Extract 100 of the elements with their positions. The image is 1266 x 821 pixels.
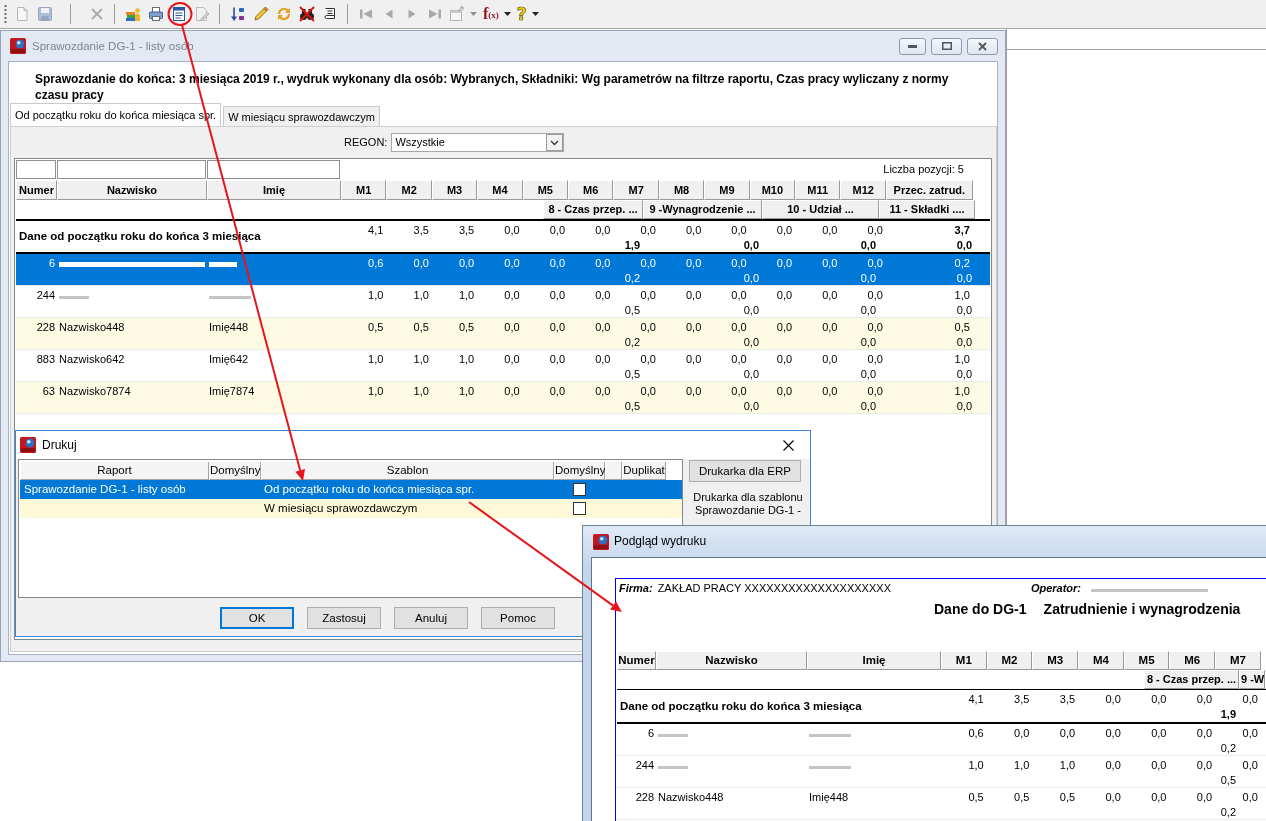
table-cell-text: 1,0 <box>1058 758 1077 773</box>
column-header[interactable]: M2 <box>986 651 1033 670</box>
filter-field[interactable] <box>16 160 56 179</box>
column-header[interactable]: Nazwisko <box>656 651 807 670</box>
table-cell-text: 0,5 <box>457 320 476 335</box>
column-header[interactable]: M4 <box>477 180 523 200</box>
column-header[interactable]: M1 <box>941 651 987 670</box>
column-header[interactable]: 8 - Czas przep. ... <box>543 200 643 219</box>
table-row[interactable]: 6 0,6 0,0 0,0 0,0 0,0 0,0 0,0 0,0 0,0 0,0 0,0 0,0 0,2 0,2 0,0 0,0 0,0 <box>16 254 990 286</box>
table-cell-text: 0,0 <box>955 335 973 350</box>
minimize-button[interactable] <box>899 37 926 55</box>
column-header[interactable]: M12 <box>840 180 886 200</box>
chevron-down-icon <box>546 134 564 151</box>
table-cell-text: 0,0 <box>730 288 748 303</box>
column-header[interactable]: 11 - Składki .... <box>879 200 975 219</box>
table-cell-text: 0,0 <box>1241 692 1259 707</box>
table-cell-text: 0,0 <box>859 335 877 350</box>
column-header[interactable]: M11 <box>795 180 841 200</box>
checkbox[interactable] <box>573 483 586 496</box>
column-header[interactable]: M5 <box>522 180 569 200</box>
checkbox[interactable] <box>573 502 586 515</box>
column-header[interactable]: Imię <box>807 651 941 670</box>
column-header[interactable]: 8 - Czas przep. ... <box>1144 670 1239 689</box>
column-header[interactable]: M3 <box>1032 651 1079 670</box>
list-row[interactable]: W miesiącu sprawozdawczym <box>20 499 682 518</box>
table-cell-text: 0,0 <box>955 271 973 286</box>
column-header[interactable]: Numer <box>617 651 656 670</box>
tab[interactable]: W miesiącu sprawozdawczym <box>223 106 380 126</box>
column-header[interactable]: M6 <box>568 180 614 200</box>
table-cell-text: 0,5 <box>967 790 985 805</box>
column-header[interactable]: Imię <box>207 180 341 200</box>
table-cell-text: 0,0 <box>775 288 794 303</box>
table-cell-text: 1,0 <box>412 288 430 303</box>
table-cell-text: 0,0 <box>866 256 884 271</box>
table-cell-text: 0,5 <box>953 320 971 335</box>
table-cell-text: 0,0 <box>1013 726 1031 741</box>
close-button[interactable] <box>967 37 998 55</box>
table-cell-text: 0,0 <box>955 303 973 318</box>
column-header[interactable]: Domyślny <box>554 462 605 480</box>
column-header[interactable]: M4 <box>1078 651 1124 670</box>
table-cell-text: 0,5 <box>623 303 641 318</box>
column-header[interactable]: M6 <box>1169 651 1216 670</box>
column-header[interactable]: Szablon <box>261 462 554 480</box>
table-cell-text: 0,0 <box>821 223 839 238</box>
table-cell-text: 0,0 <box>742 271 760 286</box>
table-row[interactable]: 228 Nazwisko448 Imię448 0,5 0,5 0,5 0,0 0,0 0,0 0,0 0,0 0,0 0,0 0,0 0,0 0,5 0,2 0,0 0,0 0,0 <box>16 318 990 350</box>
table-cell-text: 0,0 <box>742 399 760 414</box>
table-cell-text: 0,0 <box>684 320 703 335</box>
table-cell-text: 0,2 <box>1219 805 1237 820</box>
column-header[interactable]: M2 <box>386 180 432 200</box>
column-header[interactable]: Duplikat <box>622 462 666 480</box>
column-header[interactable]: M3 <box>431 180 478 200</box>
column-header[interactable]: 9 -W <box>1239 670 1265 689</box>
column-header[interactable]: M10 <box>749 180 796 200</box>
table-cell-text: 0,0 <box>1195 726 1214 741</box>
table-cell-text: 0,0 <box>1104 692 1122 707</box>
dialog-button[interactable]: Anuluj <box>394 607 468 629</box>
column-header[interactable]: M1 <box>341 180 387 200</box>
column-header[interactable]: 9 -Wynagrodzenie ... <box>643 200 762 219</box>
table-cell-text: 0,0 <box>821 320 839 335</box>
filter-field[interactable] <box>207 160 340 179</box>
table-cell-text: 1,0 <box>367 384 385 399</box>
table-cell-text: 244 <box>634 758 655 773</box>
column-header[interactable] <box>605 462 622 480</box>
minimize-icon <box>908 44 917 48</box>
column-header[interactable]: 10 - Udział ... <box>762 200 879 219</box>
close-icon <box>978 41 987 51</box>
column-header[interactable]: Numer <box>16 180 57 200</box>
dialog-button[interactable]: OK <box>220 607 294 629</box>
list-row[interactable]: Sprawozdanie DG-1 - listy osób Od początku roku do końca miesiąca spr. <box>20 480 682 499</box>
refresh-icon <box>275 6 292 22</box>
dropdown[interactable]: Wszystkie <box>391 133 565 152</box>
column-header[interactable]: Raport <box>20 462 209 480</box>
column-header[interactable]: M8 <box>658 180 705 200</box>
dialog-button[interactable]: Pomoc <box>481 607 555 629</box>
column-header[interactable]: M5 <box>1123 651 1170 670</box>
table-cell-text: 0,0 <box>730 256 748 271</box>
table-cell-text: 0,0 <box>503 384 521 399</box>
filter-field[interactable] <box>57 160 206 179</box>
table-cell-text: 0,0 <box>775 320 794 335</box>
table-cell-text: 0,0 <box>1104 790 1122 805</box>
table-cell-text: 0,0 <box>594 288 612 303</box>
table-row[interactable]: 63 Nazwisko7874 Imię7874 1,0 1,0 1,0 0,0 0,0 0,0 0,0 0,0 0,0 0,0 0,0 0,0 1,0 0,5 0,0 0,0 0,0 <box>16 382 990 414</box>
table-cell-text: 0,0 <box>742 367 760 382</box>
table-cell-text: 4,1 <box>967 692 985 707</box>
column-header[interactable]: Nazwisko <box>57 180 207 200</box>
table-cell-text: 0,0 <box>1195 692 1214 707</box>
column-header[interactable]: Domyślny <box>209 462 261 480</box>
list-cell-text: W miesiącu sprawozdawczym <box>263 501 419 516</box>
dialog-button[interactable]: Zastosuj <box>307 607 381 629</box>
table-cell-text: 0,0 <box>866 352 884 367</box>
column-header[interactable]: Przec. zatrud. <box>885 180 973 200</box>
column-header[interactable]: M7 <box>613 180 659 200</box>
column-header[interactable]: M7 <box>1215 651 1261 670</box>
table-cell-text: 244 <box>35 288 56 303</box>
column-header[interactable]: M9 <box>704 180 750 200</box>
printer-button[interactable]: Drukarka dla ERP <box>689 460 801 482</box>
window-title: Drukuj <box>42 437 77 453</box>
table-cell-text: 0,0 <box>866 320 884 335</box>
maximize-button[interactable] <box>931 37 962 55</box>
